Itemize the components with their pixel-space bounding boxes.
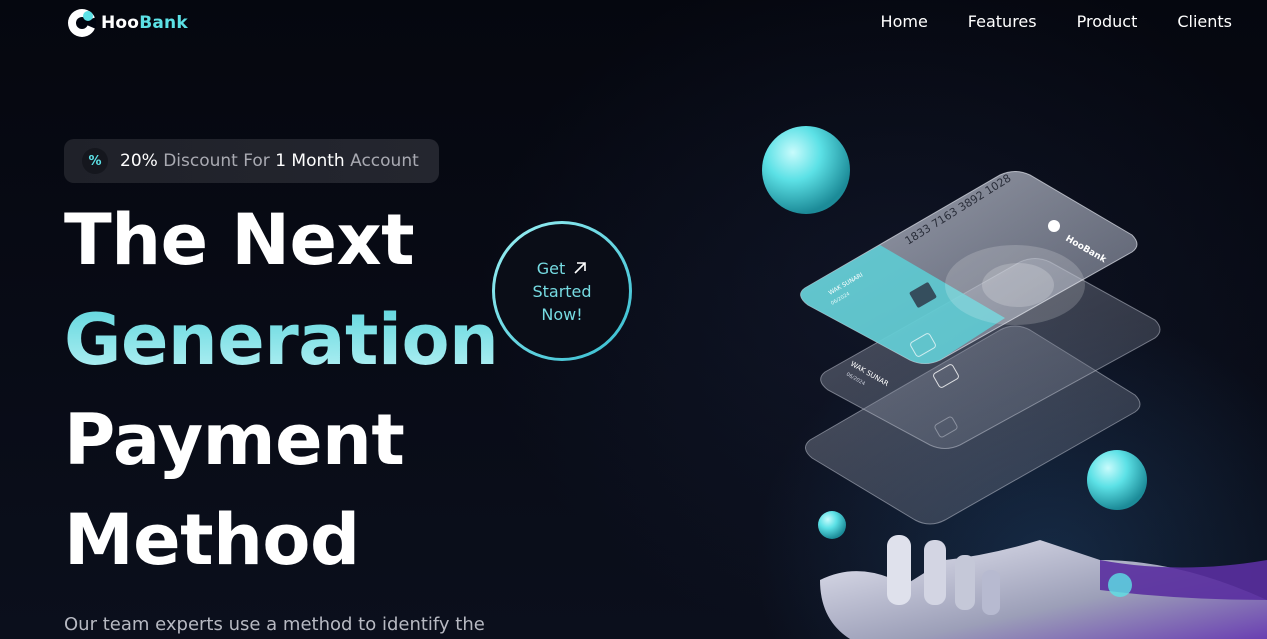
brand-name: HooBank [101,13,188,33]
get-started-line-1: Get [536,258,566,278]
discount-text-part1: Discount For [157,151,276,171]
discount-text: 20% Discount For 1 Month Account [120,151,419,171]
hoobank-logo-icon [68,9,96,37]
discount-percent: 20% [120,151,158,171]
headline-line-2: Generation [64,290,499,390]
nav-clients[interactable]: Clients [1177,12,1232,31]
sphere-right [1087,450,1147,510]
sphere-small [818,511,846,539]
discount-text-part2: Account [344,151,419,171]
brand-name-part1: Hoo [101,13,140,33]
brand-name-part2: Bank [139,13,188,33]
arrow-up-right-icon [574,262,587,274]
sphere-large [762,126,850,214]
get-started-line-2: Started [532,281,592,301]
discount-duration: 1 Month [275,151,345,171]
get-started-row: Get [537,257,588,280]
get-started-line-3: Now! [541,304,583,324]
discount-badge: % 20% Discount For 1 Month Account [64,139,439,183]
navbar: HooBank Home Features Product Clients [0,0,1267,46]
nav-product[interactable]: Product [1077,12,1138,31]
hero-illustration: WAK SUNAR 06/2024 1833 7163 3892 1028 Ho… [762,126,1267,639]
get-started-inner: Get Started Now! [495,224,629,358]
nav-links: Home Features Product Clients [841,12,1232,31]
logo[interactable]: HooBank [66,7,188,39]
headline-line-4: Method [64,499,360,581]
discount-icon: % [82,148,108,174]
get-started-button[interactable]: Get Started Now! [492,221,632,361]
nav-home[interactable]: Home [881,12,928,31]
robot-hand [820,535,1267,639]
nav-features[interactable]: Features [968,12,1037,31]
headline-line-3: Payment [64,399,405,481]
hero-subtext: Our team experts use a method to identif… [64,614,485,635]
headline-line-1: The Next [64,199,415,281]
